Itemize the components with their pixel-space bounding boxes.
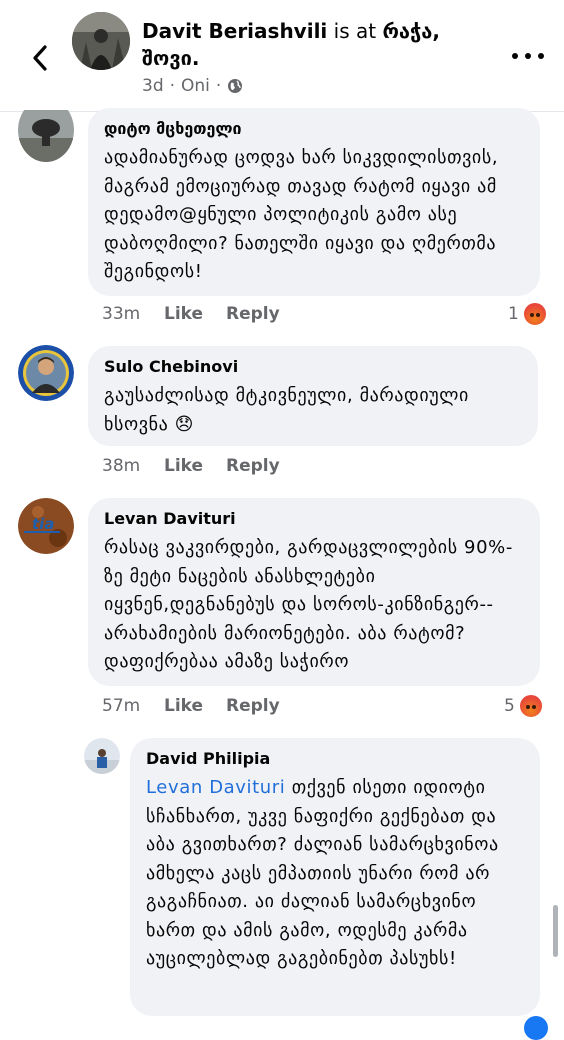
reply-button[interactable]: Reply — [226, 304, 280, 324]
comment-text: ადამიანურად ცოდვა ხარ სიკვდილისთვის, მაგ… — [104, 147, 499, 282]
comment-time: 57m — [102, 696, 141, 716]
avatar[interactable] — [18, 345, 74, 401]
mention-link[interactable]: Levan Daviturі — [146, 777, 285, 798]
reply-button[interactable]: Reply — [226, 696, 280, 716]
post-meta: 3d · Oni · — [142, 76, 243, 96]
reaction-count: 5 — [504, 696, 515, 716]
reaction-icon-partial — [524, 1016, 548, 1040]
chevron-left-icon — [33, 45, 47, 71]
comment-actions: 33m Like Reply — [102, 304, 280, 324]
post-header: Davit Beriashvili is at რაჭა, შოვი. 3d ·… — [0, 0, 564, 112]
avatar[interactable]: tia — [18, 498, 74, 554]
reply-body: თქვენ ისეთი იდიოტი სჩანხართ, უკვე ნაფიქრ… — [146, 777, 499, 969]
more-horizontal-icon — [512, 53, 518, 59]
reply-author[interactable]: David Philipia — [146, 748, 524, 770]
avatar[interactable] — [84, 738, 120, 774]
reply-text: Levan Daviturі თქვენ ისეთი იდიოტი სჩანხა… — [146, 774, 524, 974]
reaction-count: 1 — [508, 304, 519, 324]
comment-bubble: Sulo Chebinovi გაუსაძლისად მტკივნეული, მ… — [88, 346, 538, 446]
reply-bubble: David Philipia Levan Daviturі თქვენ ისეთ… — [130, 738, 540, 1016]
comment-actions: 57m Like Reply — [102, 696, 280, 716]
like-button[interactable]: Like — [164, 696, 226, 716]
back-button[interactable] — [22, 40, 58, 76]
post-location-tag[interactable]: Oni — [181, 76, 210, 96]
comment-author[interactable]: Sulo Chebinovi — [104, 356, 522, 378]
is-at-text: is at — [333, 19, 377, 43]
angry-reaction-icon — [518, 694, 543, 718]
more-options-button[interactable] — [512, 44, 544, 68]
reply-button[interactable]: Reply — [226, 456, 280, 476]
comment-author[interactable]: Levan Davituri — [104, 508, 524, 530]
comment-actions: 38m Like Reply — [102, 456, 280, 476]
comment-author[interactable]: დიტო მცხეთელი — [104, 118, 524, 140]
scrollbar[interactable] — [553, 905, 558, 957]
comment-time: 33m — [102, 304, 141, 324]
svg-text:tia: tia — [32, 515, 54, 533]
reaction-summary[interactable]: 1 — [508, 302, 547, 326]
post-author-name[interactable]: Davit Beriashvili — [142, 19, 327, 43]
comment-bubble: დიტო მცხეთელი ადამიანურად ცოდვა ხარ სიკვ… — [88, 108, 540, 296]
comment-text: რასაც ვაკვირდები, გარდაცვლილების 90%-ზე … — [104, 537, 513, 672]
reaction-summary[interactable]: 5 — [504, 694, 543, 718]
post-time: 3d — [142, 76, 164, 96]
like-button[interactable]: Like — [164, 456, 226, 476]
globe-icon — [228, 79, 243, 93]
comment-text: გაუსაძლისად მტკივნეული, მარადიული ხსოვნა… — [104, 385, 469, 435]
angry-reaction-icon — [522, 302, 547, 326]
post-header-title: Davit Beriashvili is at რაჭა, შოვი. — [142, 18, 472, 72]
avatar[interactable] — [72, 12, 130, 70]
like-button[interactable]: Like — [164, 304, 226, 324]
comment-bubble: Levan Davituri რასაც ვაკვირდები, გარდაცვ… — [88, 498, 540, 686]
comment-time: 38m — [102, 456, 141, 476]
